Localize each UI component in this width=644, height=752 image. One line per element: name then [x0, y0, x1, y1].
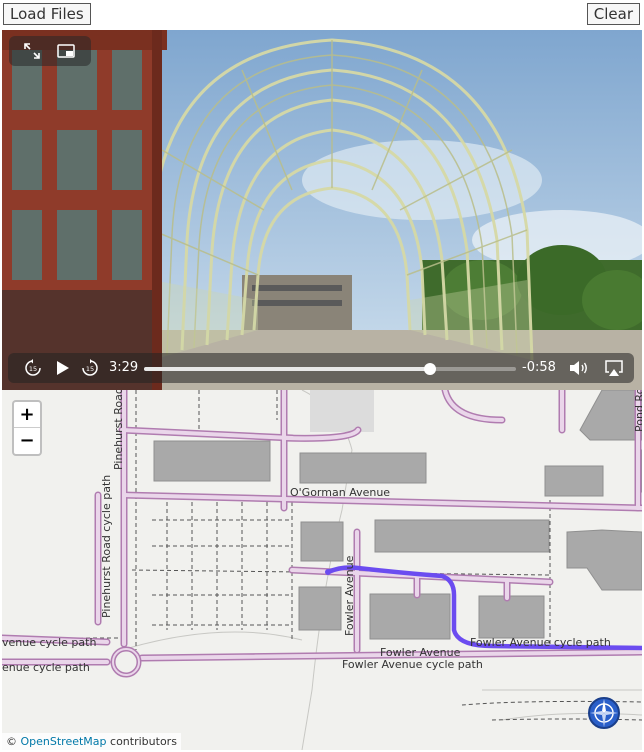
video-frame [2, 30, 642, 390]
seek-progress [144, 367, 431, 371]
toolbar: Load Files Clear [0, 0, 644, 29]
skip-forward-15-icon[interactable]: 15 [81, 359, 99, 377]
playback-controls: 15 15 3:29 -0:58 [8, 353, 634, 383]
fullscreen-icon[interactable] [23, 42, 41, 60]
map-tiles: O'Gorman Avenue Fowler Avenue Fowler Ave… [2, 390, 642, 750]
volume-icon[interactable] [569, 359, 589, 377]
airplay-icon[interactable] [605, 359, 623, 377]
svg-text:15: 15 [86, 365, 94, 373]
street-label-avenue-cycle-1: venue cycle path [2, 636, 96, 649]
street-label-pinehurst-cycle: Pinehurst Road cycle path [100, 475, 113, 618]
zoom-control: + − [12, 400, 42, 456]
attribution-suffix: contributors [110, 735, 177, 748]
zoom-in-button[interactable]: + [14, 402, 40, 428]
compass-icon[interactable] [587, 696, 621, 730]
map[interactable]: O'Gorman Avenue Fowler Avenue Fowler Ave… [2, 390, 642, 750]
seek-bar[interactable] [144, 363, 516, 375]
load-files-button[interactable]: Load Files [3, 3, 91, 25]
attribution-copyright: © [6, 735, 17, 748]
street-label-ogorman: O'Gorman Avenue [290, 486, 390, 499]
zoom-out-button[interactable]: − [14, 428, 40, 454]
street-label-fowler-vertical: Fowler Avenue [343, 555, 356, 636]
openstreetmap-link[interactable]: OpenStreetMap [21, 735, 107, 748]
street-label-pond-road: Pond Ro [633, 390, 642, 432]
map-attribution: © OpenStreetMap contributors [2, 733, 181, 750]
current-time: 3:29 [109, 360, 139, 375]
street-label-avenue-cycle-2: enue cycle path [2, 661, 90, 674]
video-player[interactable]: 15 15 3:29 -0:58 [2, 30, 642, 390]
play-icon[interactable] [53, 359, 71, 377]
picture-in-picture-icon[interactable] [57, 42, 75, 60]
video-top-controls [9, 36, 91, 66]
skip-back-15-icon[interactable]: 15 [24, 359, 42, 377]
street-label-fowler-cycle-1: Fowler Avenue cycle path [470, 636, 611, 649]
street-label-fowler-cycle-2: Fowler Avenue cycle path [342, 658, 483, 671]
svg-text:15: 15 [29, 365, 37, 373]
seek-handle[interactable] [424, 363, 437, 375]
street-label-pinehurst-road: Pinehurst Road [112, 390, 125, 470]
remaining-time: -0:58 [522, 360, 556, 375]
clear-button[interactable]: Clear [586, 3, 640, 25]
